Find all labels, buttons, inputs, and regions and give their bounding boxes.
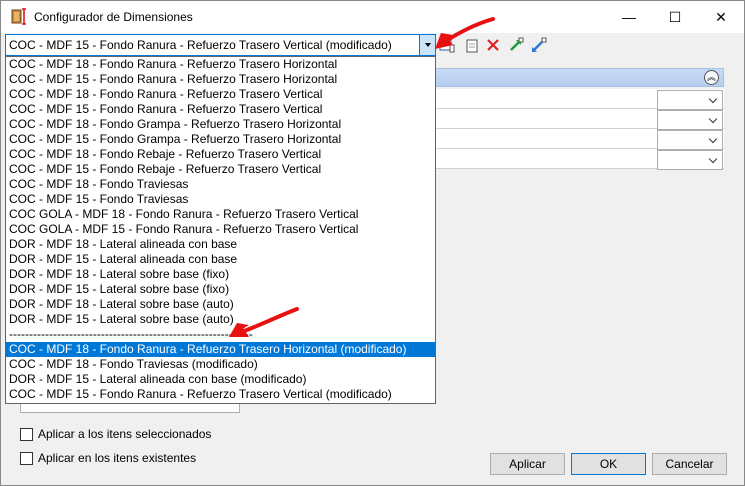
dropdown-option[interactable]: COC - MDF 18 - Fondo Ranura - Refuerzo T…: [6, 87, 435, 102]
collapse-icon[interactable]: ︽: [704, 70, 719, 85]
apply-existing-checkbox[interactable]: [20, 451, 33, 465]
export-icon[interactable]: [531, 37, 547, 53]
properties-section-header: ︽: [435, 68, 724, 87]
dropdown-option[interactable]: COC - MDF 18 - Fondo Traviesas: [6, 177, 435, 192]
apply-selected-checkbox[interactable]: [20, 427, 33, 441]
chevron-down-icon: [708, 134, 718, 144]
dropdown-option[interactable]: COC - MDF 15 - Fondo Traviesas: [6, 192, 435, 207]
dropdown-option[interactable]: DOR - MDF 15 - Lateral sobre base (auto): [6, 312, 435, 327]
chevron-down-icon: [708, 114, 718, 124]
maximize-button[interactable]: ☐: [652, 1, 698, 33]
dropdown-option[interactable]: DOR - MDF 18 - Lateral alineada con base: [6, 237, 435, 252]
title-bar: Configurador de Dimensiones — ☐ ✕: [1, 1, 744, 33]
ruler-app-icon: [11, 8, 26, 25]
dropdown-option[interactable]: COC - MDF 15 - Fondo Ranura - Refuerzo T…: [6, 72, 435, 87]
dropdown-option[interactable]: COC - MDF 15 - Fondo Ranura - Refuerzo T…: [6, 387, 435, 402]
ok-button[interactable]: OK: [571, 453, 646, 475]
delete-icon[interactable]: [485, 37, 501, 53]
dropdown-option[interactable]: COC - MDF 18 - Fondo Rebaje - Refuerzo T…: [6, 147, 435, 162]
dropdown-option[interactable]: DOR - MDF 15 - Lateral alineada con base…: [6, 372, 435, 387]
chevron-down-icon: [708, 94, 718, 104]
dialog-window: Configurador de Dimensiones — ☐ ✕ COC - …: [0, 0, 745, 486]
minimize-button[interactable]: —: [606, 1, 652, 33]
dropdown-option[interactable]: COC GOLA - MDF 15 - Fondo Ranura - Refue…: [6, 222, 435, 237]
close-button[interactable]: ✕: [698, 1, 744, 33]
dropdown-option[interactable]: COC - MDF 15 - Fondo Grampa - Refuerzo T…: [6, 132, 435, 147]
dropdown-option[interactable]: DOR - MDF 15 - Lateral alineada con base: [6, 252, 435, 267]
preset-dropdown-list[interactable]: COC - MDF 18 - Fondo Ranura - Refuerzo T…: [5, 56, 436, 404]
dropdown-option[interactable]: DOR - MDF 18 - Lateral sobre base (auto): [6, 297, 435, 312]
apply-existing-label: Aplicar en los itens existentes: [38, 451, 197, 465]
preset-combobox[interactable]: COC - MDF 15 - Fondo Ranura - Refuerzo T…: [5, 34, 436, 56]
apply-selected-label: Aplicar a los itens seleccionados: [38, 427, 212, 441]
property-select[interactable]: [657, 90, 723, 110]
apply-button[interactable]: Aplicar: [490, 453, 565, 475]
dropdown-option[interactable]: COC - MDF 18 - Fondo Ranura - Refuerzo T…: [6, 342, 435, 357]
combobox-dropdown-button[interactable]: [419, 35, 435, 55]
dropdown-separator: ----------------------------------------…: [9, 327, 253, 341]
dropdown-option[interactable]: COC - MDF 18 - Fondo Grampa - Refuerzo T…: [6, 117, 435, 132]
property-select[interactable]: [657, 130, 723, 150]
dropdown-option[interactable]: COC - MDF 15 - Fondo Rebaje - Refuerzo T…: [6, 162, 435, 177]
new-preset-icon[interactable]: [464, 37, 480, 53]
dropdown-option[interactable]: DOR - MDF 15 - Lateral sobre base (fixo): [6, 282, 435, 297]
import-icon[interactable]: [508, 37, 524, 53]
property-select[interactable]: [657, 150, 723, 170]
combobox-value: COC - MDF 15 - Fondo Ranura - Refuerzo T…: [9, 38, 392, 52]
apply-selected-checkbox-row[interactable]: Aplicar a los itens seleccionados: [20, 427, 211, 441]
dropdown-arrow-icon: [424, 43, 431, 47]
dropdown-option[interactable]: COC GOLA - MDF 18 - Fondo Ranura - Refue…: [6, 207, 435, 222]
dropdown-option[interactable]: DOR - MDF 18 - Lateral sobre base (fixo): [6, 267, 435, 282]
window-title: Configurador de Dimensiones: [34, 10, 193, 24]
apply-existing-checkbox-row[interactable]: Aplicar en los itens existentes: [20, 451, 196, 465]
save-preset-icon[interactable]: [439, 37, 455, 53]
property-select[interactable]: [657, 110, 723, 130]
dropdown-option[interactable]: COC - MDF 18 - Fondo Ranura - Refuerzo T…: [6, 57, 435, 72]
dropdown-option[interactable]: COC - MDF 18 - Fondo Traviesas (modifica…: [6, 357, 435, 372]
chevron-down-icon: [708, 154, 718, 164]
cancel-button[interactable]: Cancelar: [652, 453, 727, 475]
dropdown-option[interactable]: COC - MDF 15 - Fondo Ranura - Refuerzo T…: [6, 102, 435, 117]
